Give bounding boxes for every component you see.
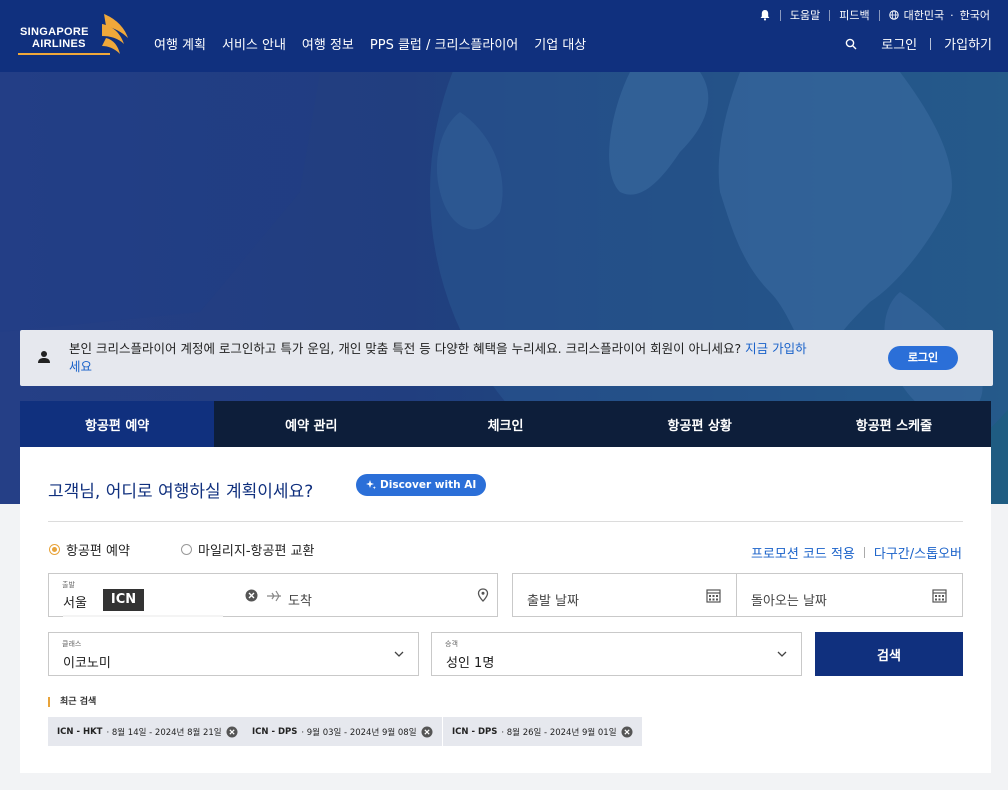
recent-searches-title: 최근 검색 (48, 697, 96, 707)
booking-options-links: 프로모션 코드 적용 다구간/스톱오버 (751, 543, 962, 562)
origin-label: 출발 (62, 581, 75, 589)
nav-pps-krisflyer[interactable]: PPS 클럽 / 크리스플라이어 (370, 34, 518, 53)
banner-text: 본인 크리스플라이어 계정에 로그인하고 특가 운임, 개인 맞춤 특전 등 다… (69, 341, 746, 356)
recent-route: ICN - DPS (252, 726, 298, 737)
recent-dates: · 8월 26일 - 2024년 9월 01일 (501, 727, 617, 738)
booking-tabs: 항공편 예약 예약 관리 체크인 항공편 상황 항공편 스케줄 (20, 401, 991, 447)
region-language-dot: · (950, 8, 954, 22)
airplane-swap-icon[interactable] (266, 588, 282, 604)
krisflyer-login-banner: 본인 크리스플라이어 계정에 로그인하고 특가 운임, 개인 맞춤 특전 등 다… (20, 330, 993, 386)
cabin-class-label: 클래스 (62, 640, 82, 648)
origin-field-underline (63, 615, 223, 617)
logo-underline (18, 53, 110, 55)
destination-field[interactable]: 도착 (267, 573, 498, 617)
ai-button-label: Discover with AI (380, 479, 477, 491)
recent-route: ICN - HKT (57, 726, 103, 737)
login-link[interactable]: 로그인 (881, 34, 917, 53)
nav-services[interactable]: 서비스 안내 (222, 34, 286, 53)
site-header: SINGAPORE AIRLINES 여행 계획 서비스 안내 여행 정보 PP… (0, 0, 1008, 72)
singapore-airlines-logo[interactable]: SINGAPORE AIRLINES (18, 12, 134, 56)
remove-icon[interactable] (621, 726, 633, 738)
origin-city: 서울 (63, 596, 87, 611)
clear-icon[interactable] (245, 589, 258, 602)
booking-question: 고객님, 어디로 여행하실 계획이세요? (48, 482, 314, 502)
help-link[interactable]: 도움말 (790, 7, 820, 23)
origin-code-badge: ICN (103, 589, 144, 611)
recent-route: ICN - DPS (452, 726, 498, 737)
passengers-select[interactable]: 승객 성인 1명 (431, 632, 802, 676)
tab-check-in[interactable]: 체크인 (408, 401, 602, 447)
destination-placeholder: 도착 (288, 594, 312, 609)
radio-selected-indicator (49, 544, 60, 555)
recent-dates: · 8월 14일 - 2024년 8월 21일 (106, 727, 222, 738)
sparkle-icon (366, 480, 376, 490)
departure-date-field[interactable]: 출발 날짜 (512, 573, 737, 617)
search-icon[interactable] (845, 38, 857, 50)
nav-plan-travel[interactable]: 여행 계획 (154, 34, 206, 53)
chevron-down-icon (394, 651, 404, 657)
nav-corporate[interactable]: 기업 대상 (534, 34, 586, 53)
kris-bird-icon (102, 14, 128, 54)
passengers-value: 성인 1명 (446, 656, 495, 671)
booking-panel: 고객님, 어디로 여행하실 계획이세요? Discover with AI 항공… (20, 447, 991, 773)
multi-city-link[interactable]: 다구간/스톱오버 (874, 543, 962, 562)
calendar-icon (706, 589, 721, 603)
banner-message: 본인 크리스플라이어 계정에 로그인하고 특가 운임, 개인 맞춤 특전 등 다… (69, 340, 869, 376)
bell-icon[interactable] (759, 9, 771, 21)
return-date-placeholder: 돌아오는 날짜 (751, 594, 827, 609)
feedback-link[interactable]: 피드백 (839, 7, 869, 23)
cabin-class-value: 이코노미 (63, 656, 111, 671)
nav-travel-info[interactable]: 여행 정보 (302, 34, 354, 53)
radio-book-label: 항공편 예약 (66, 544, 130, 559)
tab-flight-status[interactable]: 항공편 상황 (603, 401, 797, 447)
user-icon (38, 351, 50, 363)
radio-book-flight[interactable]: 항공편 예약 (49, 540, 130, 559)
recent-search-chip[interactable]: ICN - HKT · 8월 14일 - 2024년 8월 21일 (48, 717, 247, 746)
radio-miles-label: 마일리지-항공편 교환 (198, 544, 315, 559)
origin-field[interactable]: 출발 서울 ICN (48, 573, 274, 617)
banner-login-button[interactable]: 로그인 (888, 346, 958, 370)
utility-bar: 도움말 피드백 대한민국 · 한국어 (759, 7, 990, 23)
passengers-label: 승객 (445, 640, 458, 648)
main-nav: 여행 계획 서비스 안내 여행 정보 PPS 클럽 / 크리스플라이어 기업 대… (154, 34, 586, 53)
account-nav: 로그인 가입하기 (845, 34, 992, 53)
cabin-class-select[interactable]: 클래스 이코노미 (48, 632, 419, 676)
tab-book-flight[interactable]: 항공편 예약 (20, 401, 215, 447)
logo-wordmark-line2: AIRLINES (32, 38, 86, 50)
remove-icon[interactable] (421, 726, 433, 738)
globe-icon (888, 10, 899, 20)
search-flights-button[interactable]: 검색 (815, 632, 963, 676)
radio-unselected-indicator (181, 544, 192, 555)
recent-dates: · 9월 03일 - 2024년 9월 08일 (301, 727, 417, 738)
promo-code-link[interactable]: 프로모션 코드 적용 (751, 543, 855, 562)
region-selector[interactable]: 대한민국 (904, 7, 944, 23)
join-now-link-cont[interactable]: 세요 (69, 359, 92, 374)
chevron-down-icon (777, 651, 787, 657)
tab-manage-booking[interactable]: 예약 관리 (214, 401, 408, 447)
radio-redeem-miles[interactable]: 마일리지-항공편 교환 (181, 540, 314, 559)
calendar-icon (932, 589, 947, 603)
join-now-link[interactable]: 지금 가입하 (745, 341, 806, 356)
language-selector[interactable]: 한국어 (960, 7, 990, 23)
signup-link[interactable]: 가입하기 (944, 34, 992, 53)
recent-search-chip[interactable]: ICN - DPS · 9월 03일 - 2024년 9월 08일 (243, 717, 442, 746)
departure-date-placeholder: 출발 날짜 (527, 594, 579, 609)
location-pin-icon (477, 588, 489, 602)
recent-search-chip[interactable]: ICN - DPS · 8월 26일 - 2024년 9월 01일 (443, 717, 642, 746)
remove-icon[interactable] (226, 726, 238, 738)
discover-with-ai-button[interactable]: Discover with AI (356, 474, 487, 496)
tab-flight-schedule[interactable]: 항공편 스케줄 (797, 401, 991, 447)
return-date-field[interactable]: 돌아오는 날짜 (737, 573, 963, 617)
divider (48, 521, 963, 522)
logo-wordmark-line1: SINGAPORE (20, 26, 89, 38)
